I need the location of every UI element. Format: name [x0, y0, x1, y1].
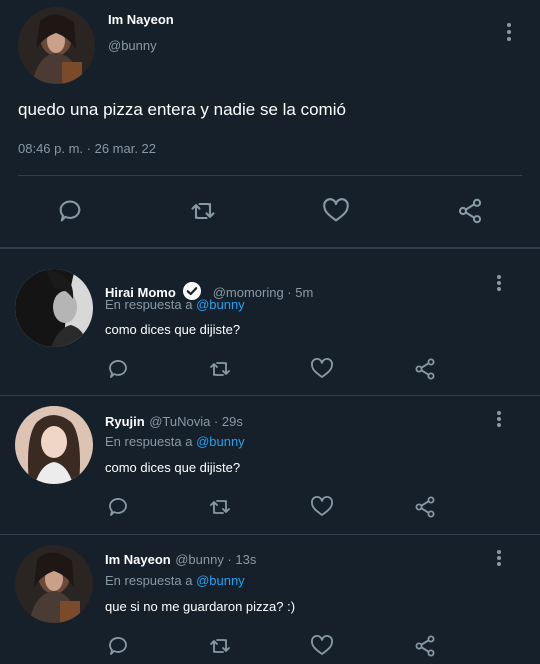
reply-context: En respuesta a @bunny	[105, 573, 245, 588]
like-icon[interactable]	[310, 634, 334, 658]
more-options-icon[interactable]	[501, 22, 517, 44]
retweet-icon[interactable]	[207, 634, 233, 658]
reply-prefix: En respuesta a	[105, 573, 197, 588]
tweet-timestamp[interactable]: 08:46 p. m. · 26 mar. 22	[18, 141, 156, 156]
reply-tweet: Ryujin @TuNovia · 29s En respuesta a @bu…	[0, 396, 540, 534]
tweet-text: como dices que dijiste?	[105, 322, 241, 337]
author-name[interactable]: Im Nayeon	[108, 12, 174, 27]
reply-prefix: En respuesta a	[105, 434, 197, 449]
more-options-icon[interactable]	[491, 549, 507, 571]
author-name[interactable]: Ryujin	[105, 414, 145, 429]
author-handle-time[interactable]: @bunny · 13s	[175, 552, 256, 567]
author-name[interactable]: Im Nayeon	[105, 552, 171, 567]
tweet-text: quedo una pizza entera y nadie se la com…	[18, 100, 346, 119]
more-options-icon[interactable]	[491, 274, 507, 296]
author-handle[interactable]: @bunny	[108, 38, 157, 53]
divider	[18, 175, 522, 176]
share-icon[interactable]	[455, 197, 485, 225]
main-tweet: Im Nayeon @bunny quedo una pizza entera …	[0, 0, 540, 248]
tweet-text: que si no me guardaron pizza? :)	[105, 599, 296, 614]
more-options-icon[interactable]	[491, 410, 507, 432]
like-icon[interactable]	[310, 357, 334, 381]
share-icon[interactable]	[412, 357, 438, 381]
reply-to-link[interactable]: @bunny	[196, 297, 245, 312]
share-icon[interactable]	[412, 634, 438, 658]
avatar[interactable]	[15, 269, 93, 347]
retweet-icon[interactable]	[188, 197, 218, 225]
avatar[interactable]	[15, 406, 93, 484]
reply-icon[interactable]	[106, 495, 130, 519]
like-icon[interactable]	[310, 495, 334, 519]
reply-prefix: En respuesta a	[105, 297, 197, 312]
reply-tweet: Im Nayeon @bunny · 13s En respuesta a @b…	[0, 535, 540, 664]
reply-to-link[interactable]: @bunny	[196, 573, 245, 588]
avatar[interactable]	[18, 7, 95, 84]
like-icon[interactable]	[322, 197, 350, 225]
author-handle-time[interactable]: @TuNovia · 29s	[149, 414, 243, 429]
reply-context: En respuesta a @bunny	[105, 297, 245, 312]
retweet-icon[interactable]	[207, 357, 233, 381]
reply-context: En respuesta a @bunny	[105, 434, 245, 449]
avatar[interactable]	[15, 545, 93, 623]
reply-icon[interactable]	[106, 634, 130, 658]
tweet-text: como dices que dijiste?	[105, 460, 241, 475]
reply-to-link[interactable]: @bunny	[196, 434, 245, 449]
reply-tweet: Hirai Momo @momoring · 5m En respuesta a…	[0, 249, 540, 395]
reply-icon[interactable]	[56, 197, 84, 225]
share-icon[interactable]	[412, 495, 438, 519]
reply-icon[interactable]	[106, 357, 130, 381]
retweet-icon[interactable]	[207, 495, 233, 519]
